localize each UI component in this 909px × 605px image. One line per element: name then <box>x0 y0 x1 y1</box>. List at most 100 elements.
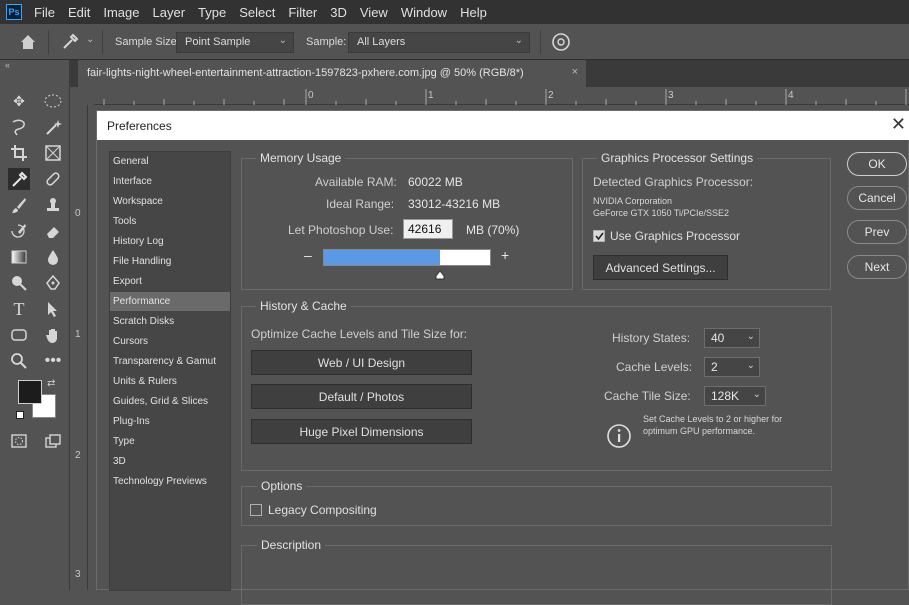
pen-tool-icon[interactable] <box>42 272 64 294</box>
use-gpu-label[interactable]: Use Graphics Processor <box>610 229 740 243</box>
document-tab-bar: fair-lights-night-wheel-entertainment-at… <box>70 60 909 87</box>
menu-image[interactable]: Image <box>103 5 139 20</box>
nav-item-tools[interactable]: Tools <box>110 212 230 231</box>
zoom-tool-icon[interactable] <box>8 350 30 372</box>
lasso-tool-icon[interactable] <box>8 116 30 138</box>
nav-item-type[interactable]: Type <box>110 432 230 451</box>
sample-dropdown[interactable]: All Layers ⌄ <box>348 32 530 53</box>
preferences-dialog: Preferences ✕ General Interface Workspac… <box>96 110 909 605</box>
crop-tool-icon[interactable] <box>8 142 30 164</box>
legacy-compositing-checkbox[interactable] <box>250 504 262 516</box>
magic-wand-tool-icon[interactable] <box>42 116 64 138</box>
memory-usage-title: Memory Usage <box>256 151 346 165</box>
close-icon[interactable]: × <box>572 66 578 78</box>
minus-icon[interactable]: – <box>304 247 312 263</box>
history-states-dropdown[interactable]: 40 ⌄ <box>704 328 760 348</box>
eraser-tool-icon[interactable] <box>42 220 64 242</box>
document-tab[interactable]: fair-lights-night-wheel-entertainment-at… <box>78 60 586 87</box>
nav-item-interface[interactable]: Interface <box>110 172 230 191</box>
plus-icon[interactable]: + <box>501 247 509 263</box>
memory-usage-input[interactable]: 42616 <box>403 219 453 239</box>
cache-tile-size-value: 128K <box>711 389 740 403</box>
menu-type[interactable]: Type <box>198 5 226 20</box>
eyedropper-tool-preset-icon[interactable] <box>60 32 80 52</box>
nav-item-scratch-disks[interactable]: Scratch Disks <box>110 312 230 331</box>
nav-item-technology-previews[interactable]: Technology Previews <box>110 472 230 491</box>
default-colors-icon[interactable] <box>16 411 24 419</box>
nav-item-3d[interactable]: 3D <box>110 452 230 471</box>
brush-tool-icon[interactable] <box>8 194 30 216</box>
nav-item-file-handling[interactable]: File Handling <box>110 252 230 271</box>
sample-size-dropdown[interactable]: Point Sample ⌄ <box>176 32 294 53</box>
menu-3d[interactable]: 3D <box>330 5 347 20</box>
screen-mode-icon[interactable] <box>42 430 64 452</box>
sample-size-value: Point Sample <box>185 36 251 48</box>
menu-help[interactable]: Help <box>460 5 487 20</box>
menu-layer[interactable]: Layer <box>153 5 186 20</box>
show-sampling-ring-icon[interactable] <box>550 31 572 53</box>
huge-pixel-dimensions-button[interactable]: Huge Pixel Dimensions <box>251 419 472 444</box>
ruler-label: 0 <box>75 208 81 219</box>
more-tools-icon[interactable]: ••• <box>42 350 64 372</box>
memory-slider-thumb[interactable] <box>435 267 445 280</box>
nav-item-history-log[interactable]: History Log <box>110 232 230 251</box>
swap-colors-icon[interactable]: ⇄ <box>47 378 55 389</box>
default-photos-button[interactable]: Default / Photos <box>251 384 472 409</box>
description-group: Description <box>241 538 832 605</box>
chevron-down-icon: ⌄ <box>746 360 755 371</box>
cache-tile-size-dropdown[interactable]: 128K ⌄ <box>704 386 766 406</box>
path-selection-tool-icon[interactable] <box>42 298 64 320</box>
eyedropper-tool-icon[interactable] <box>8 168 30 190</box>
type-tool-icon[interactable]: T <box>8 298 30 320</box>
cancel-button[interactable]: Cancel <box>847 186 907 210</box>
quick-mask-icon[interactable] <box>8 430 30 452</box>
foreground-color-swatch-front <box>18 380 42 404</box>
memory-slider-track[interactable] <box>323 249 491 266</box>
history-brush-tool-icon[interactable] <box>8 220 30 242</box>
menu-filter[interactable]: Filter <box>288 5 317 20</box>
home-icon[interactable] <box>18 32 38 52</box>
rectangle-tool-icon[interactable] <box>8 324 30 346</box>
hand-tool-icon[interactable] <box>42 324 64 346</box>
marquee-tool-icon[interactable] <box>42 90 64 112</box>
cache-levels-dropdown[interactable]: 2 ⌄ <box>704 357 760 377</box>
web-ui-design-button[interactable]: Web / UI Design <box>251 350 472 375</box>
nav-item-export[interactable]: Export <box>110 272 230 291</box>
cache-note-line-2: optimum GPU performance. <box>643 426 756 436</box>
menu-edit[interactable]: Edit <box>68 5 90 20</box>
history-states-label: History States: <box>612 331 691 345</box>
clone-stamp-tool-icon[interactable] <box>42 194 64 216</box>
menu-select[interactable]: Select <box>239 5 275 20</box>
move-tool-icon[interactable]: ✥ <box>8 90 30 112</box>
ok-button[interactable]: OK <box>847 152 907 176</box>
nav-item-units-rulers[interactable]: Units & Rulers <box>110 372 230 391</box>
nav-item-general[interactable]: General <box>110 152 230 171</box>
prev-button[interactable]: Prev <box>847 220 907 244</box>
legacy-compositing-label[interactable]: Legacy Compositing <box>268 503 377 517</box>
menu-window[interactable]: Window <box>401 5 447 20</box>
chevron-down-icon[interactable]: ⌄ <box>86 34 94 45</box>
advanced-settings-button[interactable]: Advanced Settings... <box>593 255 728 280</box>
nav-item-cursors[interactable]: Cursors <box>110 332 230 351</box>
next-button[interactable]: Next <box>847 255 907 279</box>
cache-levels-value: 2 <box>711 360 718 374</box>
collapse-panel-icon[interactable]: « <box>5 60 10 70</box>
frame-tool-icon[interactable] <box>42 142 64 164</box>
nav-item-guides-grid-slices[interactable]: Guides, Grid & Slices <box>110 392 230 411</box>
photoshop-logo-icon[interactable]: Ps <box>6 4 22 20</box>
nav-item-plug-ins[interactable]: Plug-Ins <box>110 412 230 431</box>
nav-item-transparency-gamut[interactable]: Transparency & Gamut <box>110 352 230 371</box>
nav-item-workspace[interactable]: Workspace <box>110 192 230 211</box>
menu-file[interactable]: File <box>34 5 55 20</box>
blur-tool-icon[interactable] <box>42 246 64 268</box>
dodge-tool-icon[interactable] <box>8 272 30 294</box>
menu-view[interactable]: View <box>360 5 388 20</box>
document-tab-title: fair-lights-night-wheel-entertainment-at… <box>87 67 524 79</box>
nav-item-performance[interactable]: Performance <box>110 292 230 311</box>
gradient-tool-icon[interactable] <box>8 246 30 268</box>
ruler-label: 1 <box>428 90 434 101</box>
options-bar: ⌄ Sample Size: Point Sample ⌄ Sample: Al… <box>0 24 909 60</box>
use-gpu-checkbox[interactable] <box>593 230 605 242</box>
close-icon[interactable]: ✕ <box>891 114 906 135</box>
healing-brush-tool-icon[interactable] <box>42 168 64 190</box>
